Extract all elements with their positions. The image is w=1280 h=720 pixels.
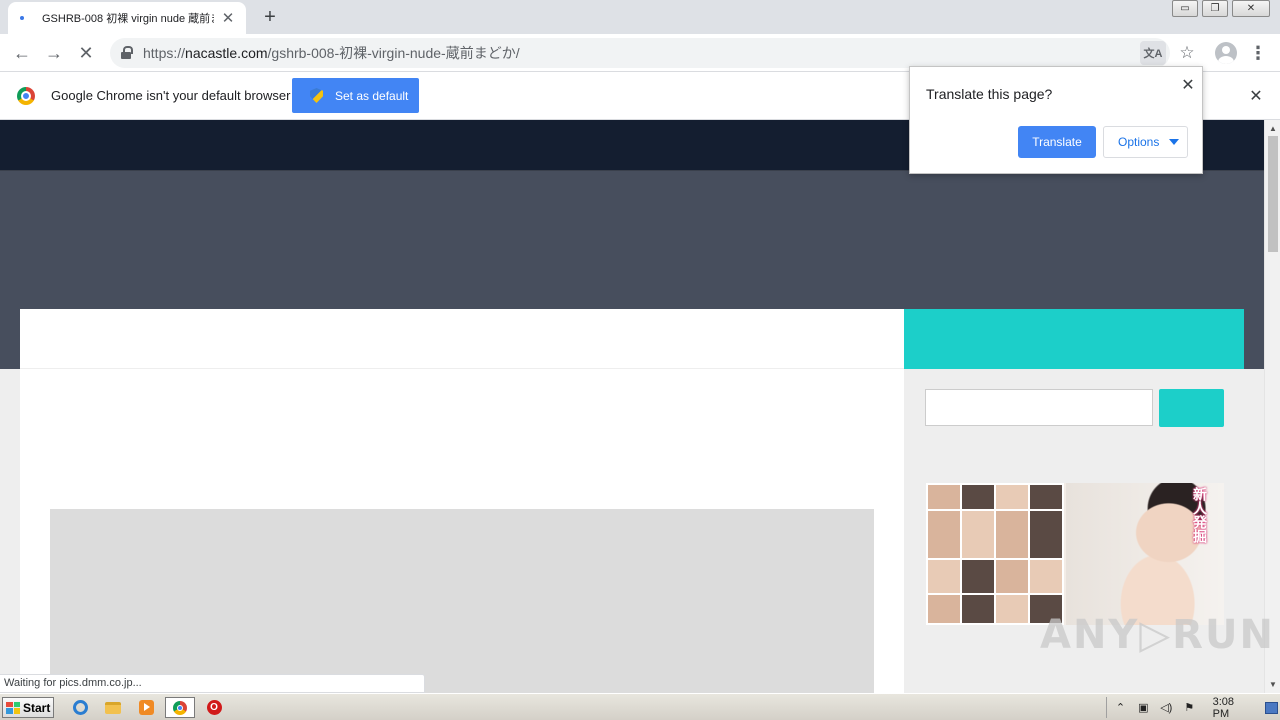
start-label: Start	[23, 700, 51, 715]
translate-options-button[interactable]: Options	[1103, 126, 1188, 158]
sidebar-header	[904, 309, 1244, 369]
translate-popup: Translate this page? ✕ Translate Options	[909, 66, 1203, 174]
anyrun-watermark: ANY▷RUN	[1040, 612, 1275, 658]
set-as-default-label: Set as default	[335, 88, 409, 103]
minimize-button[interactable]: ▭	[1172, 0, 1198, 17]
profile-avatar[interactable]	[1215, 42, 1237, 64]
search-input[interactable]	[925, 389, 1153, 426]
ad-banner[interactable]: 新人発掘	[926, 483, 1224, 625]
scroll-down-arrow-icon[interactable]: ▼	[1265, 677, 1280, 691]
stop-loading-button[interactable]: ✕	[73, 40, 99, 66]
tab-strip: GSHRB-008 初裸 virgin nude 蔵前まどか ✕ + ▭ ❐ ✕	[0, 0, 1280, 34]
scroll-thumb[interactable]	[1268, 136, 1278, 252]
translate-popup-title: Translate this page?	[926, 86, 1053, 102]
system-tray: ⌃ ▣ ◁) ⚑ 3:08 PM	[1106, 696, 1278, 720]
main-content	[20, 309, 904, 693]
show-desktop-icon[interactable]	[1264, 701, 1278, 714]
translate-icon[interactable]: 文A	[1140, 41, 1166, 65]
page-viewport: 新人発掘	[0, 120, 1264, 693]
bookmark-star-icon[interactable]: ☆	[1176, 40, 1198, 66]
shield-icon	[310, 88, 323, 103]
new-tab-button[interactable]: +	[258, 6, 282, 28]
lock-icon[interactable]	[120, 46, 134, 60]
infobar-message: Google Chrome isn't your default browser	[51, 88, 291, 103]
page-scrollbar[interactable]: ▲ ▼	[1264, 120, 1280, 693]
network-icon[interactable]: ▣	[1136, 701, 1151, 715]
windows-logo-icon	[6, 701, 20, 714]
post-header	[20, 309, 904, 369]
taskbar-clock[interactable]: 3:08 PM	[1213, 696, 1251, 720]
post-image-placeholder[interactable]	[50, 509, 874, 693]
search-button[interactable]	[1159, 389, 1224, 427]
chrome-menu-icon[interactable]: ⋮	[1248, 40, 1268, 66]
restore-button[interactable]: ❐	[1202, 0, 1228, 17]
ad-caption: 新人発掘	[1192, 487, 1208, 543]
action-center-flag-icon[interactable]: ⚑	[1182, 701, 1197, 715]
chrome-logo-icon	[17, 87, 35, 105]
opera-icon[interactable]: O	[204, 698, 224, 717]
url-text[interactable]: https://nacastle.com/gshrb-008-初裸-virgin…	[143, 43, 520, 63]
tab-title: GSHRB-008 初裸 virgin nude 蔵前まどか	[42, 13, 214, 25]
infobar-close-icon[interactable]: ✕	[1246, 86, 1266, 106]
scroll-up-arrow-icon[interactable]: ▲	[1265, 121, 1280, 135]
caret-down-icon	[1169, 139, 1180, 145]
status-bubble: Waiting for pics.dmm.co.jp...	[0, 674, 425, 693]
back-button[interactable]: ←	[9, 40, 35, 66]
file-explorer-icon[interactable]	[103, 698, 123, 717]
internet-explorer-icon[interactable]	[70, 698, 90, 717]
tray-expand-icon[interactable]: ⌃	[1113, 701, 1128, 715]
tab-active[interactable]: GSHRB-008 初裸 virgin nude 蔵前まどか ✕	[8, 2, 246, 34]
chrome-taskbar-button[interactable]	[165, 697, 195, 718]
address-bar[interactable]: https://nacastle.com/gshrb-008-初裸-virgin…	[110, 38, 1170, 68]
translate-options-label: Options	[1118, 135, 1160, 149]
forward-button[interactable]: →	[41, 40, 67, 66]
translate-button[interactable]: Translate	[1018, 126, 1096, 158]
window-close-button[interactable]: ✕	[1232, 0, 1270, 17]
chrome-icon	[173, 700, 187, 715]
window-controls: ▭ ❐ ✕	[1172, 0, 1270, 17]
translate-popup-close-icon[interactable]: ✕	[1178, 75, 1198, 95]
volume-icon[interactable]: ◁)	[1159, 701, 1174, 715]
media-player-icon[interactable]	[136, 698, 156, 717]
start-button[interactable]: Start	[2, 697, 54, 718]
windows-taskbar: Start O ⌃ ▣ ◁) ⚑ 3:08 PM	[0, 693, 1280, 720]
tab-close-icon[interactable]: ✕	[220, 10, 236, 27]
ad-thumbnail-grid	[926, 483, 1064, 625]
set-as-default-button[interactable]: Set as default	[292, 78, 419, 113]
loading-favicon-icon	[20, 16, 24, 20]
